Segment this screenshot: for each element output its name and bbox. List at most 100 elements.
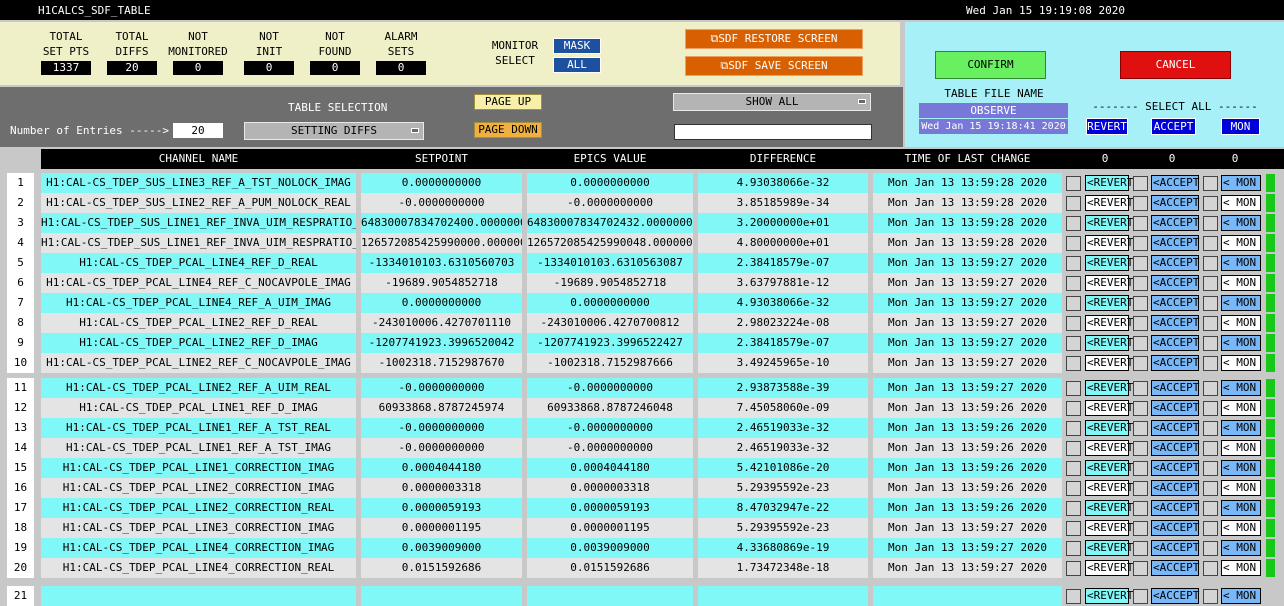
mon-button[interactable]: < MON [1221, 355, 1261, 371]
mon-checkbox[interactable] [1203, 589, 1218, 604]
sdf-save-screen-button[interactable]: ⧉SDF SAVE SCREEN [685, 56, 863, 76]
mon-button[interactable]: < MON [1221, 215, 1261, 231]
revert-checkbox[interactable] [1066, 216, 1081, 231]
revert-button[interactable]: <REVERT [1085, 355, 1133, 371]
revert-button[interactable]: <REVERT [1085, 215, 1133, 231]
revert-button[interactable]: <REVERT [1085, 335, 1133, 351]
mon-button[interactable]: < MON [1221, 275, 1261, 291]
revert-checkbox[interactable] [1066, 276, 1081, 291]
confirm-button[interactable]: CONFIRM [935, 51, 1046, 79]
show-all-menu[interactable]: SHOW ALL [673, 93, 871, 111]
accept-checkbox[interactable] [1133, 461, 1148, 476]
accept-checkbox[interactable] [1133, 316, 1148, 331]
revert-checkbox[interactable] [1066, 481, 1081, 496]
revert-checkbox[interactable] [1066, 296, 1081, 311]
revert-checkbox[interactable] [1066, 561, 1081, 576]
entries-input[interactable]: 20 [173, 123, 223, 138]
accept-checkbox[interactable] [1133, 236, 1148, 251]
accept-button[interactable]: <ACCEPT [1151, 235, 1199, 251]
mon-checkbox[interactable] [1203, 441, 1218, 456]
revert-checkbox[interactable] [1066, 356, 1081, 371]
revert-checkbox[interactable] [1066, 521, 1081, 536]
mon-checkbox[interactable] [1203, 176, 1218, 191]
mon-checkbox[interactable] [1203, 421, 1218, 436]
revert-button[interactable]: <REVERT [1085, 560, 1133, 576]
revert-checkbox[interactable] [1066, 441, 1081, 456]
mon-checkbox[interactable] [1203, 216, 1218, 231]
mon-checkbox[interactable] [1203, 196, 1218, 211]
mon-button[interactable]: < MON [1221, 440, 1261, 456]
revert-button[interactable]: <REVERT [1085, 295, 1133, 311]
revert-checkbox[interactable] [1066, 401, 1081, 416]
accept-checkbox[interactable] [1133, 401, 1148, 416]
accept-checkbox[interactable] [1133, 256, 1148, 271]
revert-button[interactable]: <REVERT [1085, 520, 1133, 536]
revert-button[interactable]: <REVERT [1085, 175, 1133, 191]
revert-checkbox[interactable] [1066, 236, 1081, 251]
mon-checkbox[interactable] [1203, 381, 1218, 396]
sdf-restore-screen-button[interactable]: ⧉SDF RESTORE SCREEN [685, 29, 863, 49]
mon-button[interactable]: < MON [1221, 520, 1261, 536]
select-all-revert-button[interactable]: REVERT [1086, 118, 1128, 135]
accept-button[interactable]: <ACCEPT [1151, 560, 1199, 576]
accept-checkbox[interactable] [1133, 356, 1148, 371]
accept-checkbox[interactable] [1133, 216, 1148, 231]
mon-button[interactable]: < MON [1221, 500, 1261, 516]
revert-checkbox[interactable] [1066, 196, 1081, 211]
revert-checkbox[interactable] [1066, 589, 1081, 604]
accept-button[interactable]: <ACCEPT [1151, 275, 1199, 291]
mon-checkbox[interactable] [1203, 461, 1218, 476]
mon-button[interactable]: < MON [1221, 588, 1261, 604]
accept-button[interactable]: <ACCEPT [1151, 295, 1199, 311]
accept-button[interactable]: <ACCEPT [1151, 420, 1199, 436]
accept-checkbox[interactable] [1133, 421, 1148, 436]
accept-checkbox[interactable] [1133, 541, 1148, 556]
mon-checkbox[interactable] [1203, 236, 1218, 251]
revert-checkbox[interactable] [1066, 316, 1081, 331]
revert-checkbox[interactable] [1066, 541, 1081, 556]
revert-checkbox[interactable] [1066, 176, 1081, 191]
filter-input[interactable] [674, 124, 872, 140]
accept-button[interactable]: <ACCEPT [1151, 355, 1199, 371]
mon-button[interactable]: < MON [1221, 335, 1261, 351]
accept-button[interactable]: <ACCEPT [1151, 400, 1199, 416]
revert-button[interactable]: <REVERT [1085, 460, 1133, 476]
revert-button[interactable]: <REVERT [1085, 480, 1133, 496]
revert-button[interactable]: <REVERT [1085, 195, 1133, 211]
mon-button[interactable]: < MON [1221, 235, 1261, 251]
revert-checkbox[interactable] [1066, 336, 1081, 351]
all-button[interactable]: ALL [553, 57, 601, 73]
page-up-button[interactable]: PAGE UP [474, 94, 542, 110]
accept-button[interactable]: <ACCEPT [1151, 335, 1199, 351]
mon-checkbox[interactable] [1203, 481, 1218, 496]
revert-button[interactable]: <REVERT [1085, 420, 1133, 436]
mon-button[interactable]: < MON [1221, 560, 1261, 576]
accept-button[interactable]: <ACCEPT [1151, 540, 1199, 556]
mon-button[interactable]: < MON [1221, 540, 1261, 556]
revert-button[interactable]: <REVERT [1085, 440, 1133, 456]
revert-button[interactable]: <REVERT [1085, 275, 1133, 291]
accept-button[interactable]: <ACCEPT [1151, 460, 1199, 476]
accept-checkbox[interactable] [1133, 501, 1148, 516]
accept-checkbox[interactable] [1133, 276, 1148, 291]
accept-button[interactable]: <ACCEPT [1151, 315, 1199, 331]
revert-button[interactable]: <REVERT [1085, 380, 1133, 396]
accept-checkbox[interactable] [1133, 521, 1148, 536]
revert-button[interactable]: <REVERT [1085, 588, 1133, 604]
accept-button[interactable]: <ACCEPT [1151, 255, 1199, 271]
accept-button[interactable]: <ACCEPT [1151, 195, 1199, 211]
accept-checkbox[interactable] [1133, 481, 1148, 496]
revert-checkbox[interactable] [1066, 256, 1081, 271]
page-down-button[interactable]: PAGE DOWN [474, 122, 542, 138]
table-selection-menu[interactable]: SETTING DIFFS [244, 122, 424, 140]
accept-checkbox[interactable] [1133, 589, 1148, 604]
accept-button[interactable]: <ACCEPT [1151, 380, 1199, 396]
revert-checkbox[interactable] [1066, 461, 1081, 476]
accept-button[interactable]: <ACCEPT [1151, 500, 1199, 516]
mon-button[interactable]: < MON [1221, 175, 1261, 191]
accept-button[interactable]: <ACCEPT [1151, 175, 1199, 191]
select-all-accept-button[interactable]: ACCEPT [1151, 118, 1196, 135]
accept-checkbox[interactable] [1133, 196, 1148, 211]
accept-checkbox[interactable] [1133, 381, 1148, 396]
mon-checkbox[interactable] [1203, 521, 1218, 536]
